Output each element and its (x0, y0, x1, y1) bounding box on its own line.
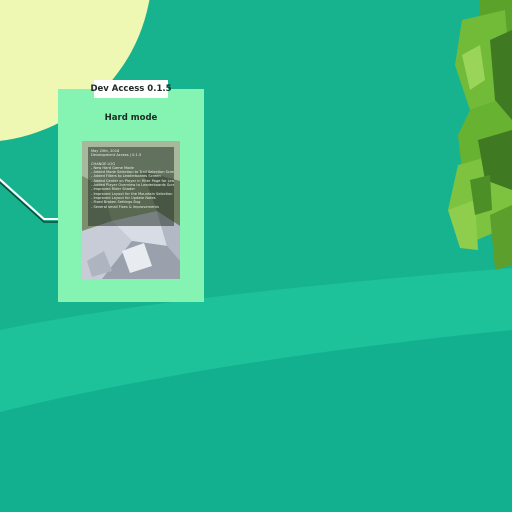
changelog-panel: May 20th, 2018 Development Access | 0.1.… (88, 147, 174, 226)
version-tag: Dev Access 0.1.5 (90, 80, 172, 98)
level-card[interactable]: Hard mode May 20th, 2018 Development Acc… (58, 89, 204, 302)
changelog-item: - Several small Fixes & Improvements (91, 204, 159, 209)
level-card-title: Hard mode (104, 113, 158, 123)
level-thumbnail[interactable]: May 20th, 2018 Development Access | 0.1.… (82, 141, 180, 279)
